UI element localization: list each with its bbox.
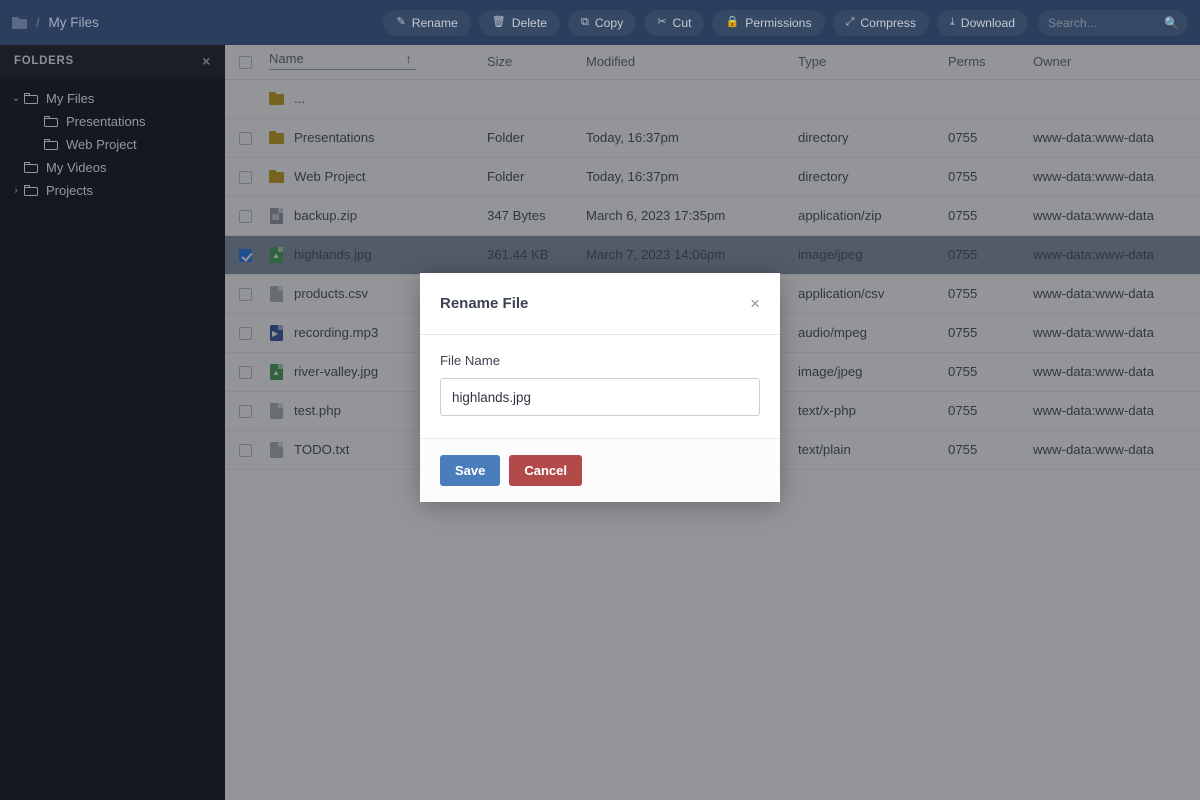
delete-button[interactable]: 🗑 Delete <box>478 9 560 36</box>
search-input[interactable] <box>1048 15 1166 30</box>
sidebar-item-my-files[interactable]: ⌄ My Files <box>0 87 225 110</box>
sidebar-title: FOLDERS <box>14 55 74 67</box>
sidebar-item-label: My Files <box>46 91 95 106</box>
sidebar-item-label: Presentations <box>66 114 146 129</box>
cancel-button[interactable]: Cancel <box>509 455 583 486</box>
breadcrumb-label[interactable]: My Files <box>48 15 98 30</box>
file-manager-app: / My Files ✎ Rename 🗑 Delete ⧉ Copy ✂ Cut 🔒 Permi… <box>0 0 1200 800</box>
folder-icon <box>24 162 38 173</box>
breadcrumb[interactable]: / My Files <box>12 15 99 30</box>
sidebar-item-projects[interactable]: › Projects <box>0 179 225 202</box>
folder-icon <box>24 93 38 104</box>
download-icon: ⤓ <box>949 16 955 28</box>
copy-label: Copy <box>594 15 624 30</box>
folder-icon <box>12 16 27 29</box>
folder-icon <box>44 139 58 150</box>
sidebar: FOLDERS × ⌄ My Files Presentations Web Proj… <box>0 45 225 800</box>
dialog-body: File Name <box>420 335 780 439</box>
file-name-input[interactable] <box>440 378 760 416</box>
copy-icon: ⧉ <box>580 16 589 28</box>
dialog-footer: Save Cancel <box>420 439 780 502</box>
permissions-label: Permissions <box>745 15 812 30</box>
sidebar-item-my-videos[interactable]: My Videos <box>0 156 225 179</box>
search-icon[interactable]: 🔍 <box>1164 16 1179 30</box>
download-button[interactable]: ⤓ Download <box>936 9 1028 36</box>
toolbar: ✎ Rename 🗑 Delete ⧉ Copy ✂ Cut 🔒 Permissions ⤢ Comp… <box>383 9 1028 36</box>
chevron-right-icon[interactable]: › <box>8 185 24 196</box>
permissions-button[interactable]: 🔒 Permissions <box>712 9 825 36</box>
download-label: Download <box>960 15 1015 30</box>
cut-button[interactable]: ✂ Cut <box>644 9 705 36</box>
rename-file-dialog: Rename File × File Name Save Cancel <box>420 273 780 502</box>
save-button[interactable]: Save <box>440 455 501 486</box>
sidebar-item-label: Projects <box>46 183 93 198</box>
file-name-label: File Name <box>440 353 501 368</box>
sidebar-header: FOLDERS × <box>0 45 225 77</box>
rename-button[interactable]: ✎ Rename <box>383 9 471 36</box>
dialog-title: Rename File <box>440 295 529 312</box>
dialog-header: Rename File × <box>420 273 780 335</box>
breadcrumb-separator: / <box>36 15 40 30</box>
search-box[interactable]: 🔍 <box>1038 9 1188 36</box>
close-icon[interactable]: × <box>750 295 760 312</box>
folder-tree: ⌄ My Files Presentations Web Project My Vide… <box>0 77 225 202</box>
close-icon[interactable]: × <box>202 54 211 68</box>
scissors-icon: ✂ <box>657 16 667 28</box>
sidebar-item-label: Web Project <box>66 137 137 152</box>
compress-label: Compress <box>860 15 916 30</box>
sidebar-item-label: My Videos <box>46 160 107 175</box>
sidebar-item-web-project[interactable]: Web Project <box>0 133 225 156</box>
trash-icon: 🗑 <box>491 16 506 28</box>
top-bar: / My Files ✎ Rename 🗑 Delete ⧉ Copy ✂ Cut 🔒 Permi… <box>0 0 1200 45</box>
chevron-down-icon[interactable]: ⌄ <box>8 93 24 104</box>
folder-icon <box>44 116 58 127</box>
pencil-icon: ✎ <box>396 16 406 28</box>
compress-button[interactable]: ⤢ Compress <box>832 9 929 36</box>
compress-icon: ⤢ <box>845 16 855 28</box>
sidebar-item-presentations[interactable]: Presentations <box>0 110 225 133</box>
copy-button[interactable]: ⧉ Copy <box>567 9 637 36</box>
folder-icon <box>24 185 38 196</box>
rename-label: Rename <box>411 15 458 30</box>
delete-label: Delete <box>511 15 547 30</box>
cut-label: Cut <box>672 15 692 30</box>
lock-icon: 🔒 <box>725 16 740 28</box>
